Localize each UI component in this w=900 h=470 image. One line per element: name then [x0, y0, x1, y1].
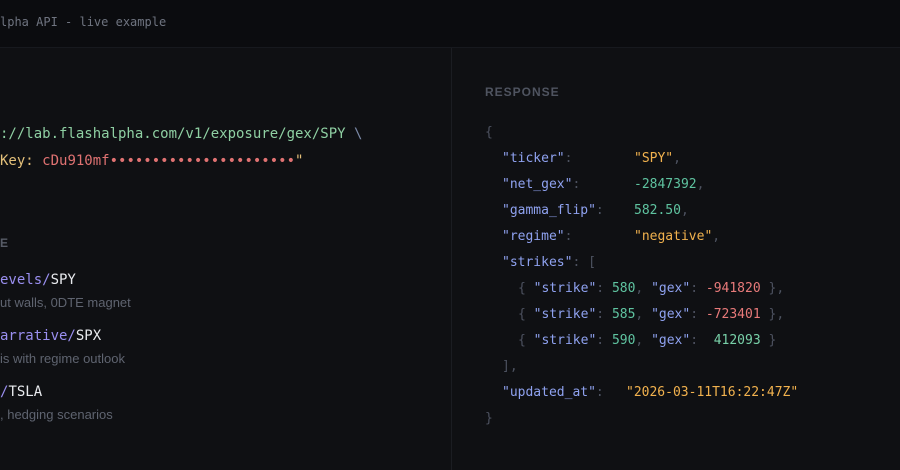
response-label: RESPONSE: [485, 85, 560, 99]
json-close-brace: }: [485, 411, 493, 426]
json-line-net-gex: "net_gex":: [502, 177, 581, 192]
json-strike-row: { "strike": 585, "gex": -723401 },: [518, 307, 785, 322]
json-strike-row: { "strike": 580, "gex": -941820 },: [518, 281, 785, 296]
json-value-updated: "2026-03-11T16:22:47Z": [626, 385, 799, 400]
example-ticker: SPX: [75, 328, 102, 344]
example-description: , hedging scenarios: [0, 407, 113, 422]
example-item-levels[interactable]: evels/SPY: [0, 272, 76, 288]
request-url-line[interactable]: ://lab.flashalpha.com/v1/exposure/gex/SP…: [0, 126, 362, 142]
json-line-ticker: "ticker":: [502, 151, 573, 166]
example-ticker: TSLA: [8, 384, 43, 400]
json-strikes-close: ],: [502, 359, 518, 374]
example-item-tsla[interactable]: /TSLA: [0, 384, 42, 400]
json-value-net-gex: -2847392,: [634, 177, 705, 192]
window-title: lpha API - live example: [0, 15, 167, 29]
json-value-ticker: "SPY",: [634, 151, 681, 166]
json-value-regime: "negative",: [634, 229, 721, 244]
json-open-brace: {: [485, 125, 493, 140]
example-ticker: SPY: [50, 272, 76, 288]
line-continuation: \: [354, 126, 363, 142]
example-path: arrative/: [0, 328, 76, 344]
window-header: lpha API - live example: [0, 0, 900, 48]
api-key-value: cDu910mf••••••••••••••••••••••: [42, 153, 296, 169]
json-line-regime: "regime":: [502, 229, 573, 244]
example-item-narrative[interactable]: arrative/SPX: [0, 328, 101, 344]
json-line-updated: "updated_at":: [502, 385, 604, 400]
header-key: Key:: [0, 153, 34, 169]
examples-label: E: [0, 236, 10, 250]
request-header-line[interactable]: Key: cDu910mf••••••••••••••••••••••": [0, 153, 303, 169]
json-strike-row: { "strike": 590, "gex": 412093 }: [518, 333, 777, 348]
header-close-quote: ": [295, 153, 304, 169]
response-panel: RESPONSE { "ticker": "SPY", "net_gex": -…: [452, 48, 900, 470]
example-description: ut walls, 0DTE magnet: [0, 295, 131, 310]
json-value-gamma-flip: 582.50,: [634, 203, 689, 218]
request-url: ://lab.flashalpha.com/v1/exposure/gex/SP…: [0, 126, 346, 142]
request-panel: ://lab.flashalpha.com/v1/exposure/gex/SP…: [0, 48, 451, 470]
json-line-gamma-flip: "gamma_flip":: [502, 203, 604, 218]
json-line-strikes: "strikes": [: [502, 255, 596, 270]
example-description: is with regime outlook: [0, 351, 125, 366]
example-path: evels/: [0, 272, 51, 288]
